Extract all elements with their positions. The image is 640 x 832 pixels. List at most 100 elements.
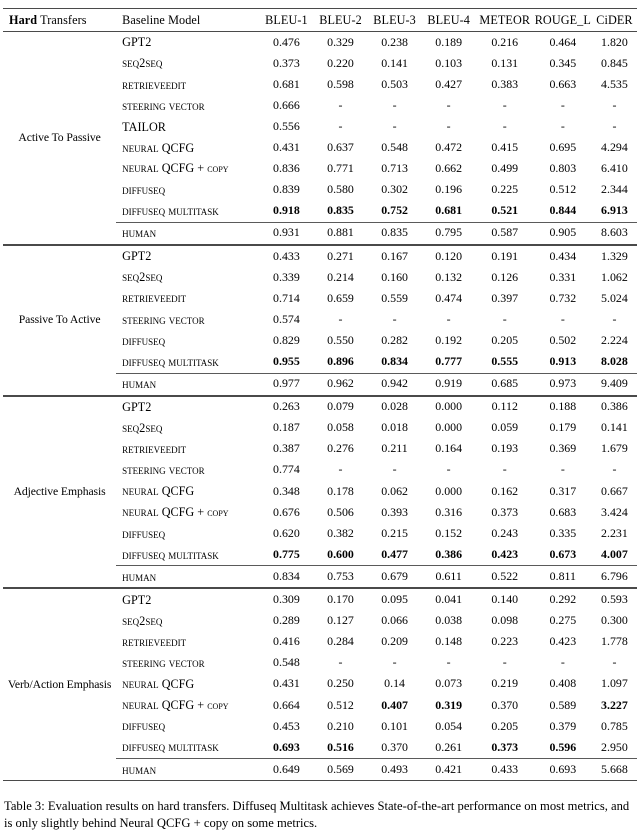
model-name-cell: Steering Vector [122, 312, 205, 327]
metric-value-cell: 0.550 [327, 332, 354, 347]
metric-value-cell: 0.620 [273, 525, 300, 540]
metric-value-cell: 0.220 [327, 55, 354, 70]
metric-value-cell: 4.007 [601, 546, 628, 561]
header-metric-rouge-l: ROUGE_L [533, 8, 592, 32]
model-name-cell: TAILOR [122, 119, 166, 134]
metric-value-cell: - [338, 118, 343, 133]
metric-value-cell: 2.231 [601, 525, 628, 540]
metric-value-cell: 1.820 [601, 34, 628, 49]
metric-value-cell: 0.250 [327, 676, 354, 691]
metric-value-cell: 0.681 [435, 203, 463, 218]
metric-value-cell: 0.693 [533, 758, 592, 781]
metric-value-cell: 0.774 [273, 462, 300, 477]
metric-value-cell: 0.408 [549, 676, 577, 691]
metric-value-cell: 0.028 [367, 394, 422, 418]
metric-value-cell: 0.112 [475, 394, 534, 418]
metric-value-cell: 0.073 [435, 676, 463, 691]
metric-value-cell: 0.777 [435, 354, 463, 368]
metric-value-cell: 0.472 [435, 140, 463, 155]
metric-value-cell: 0.329 [327, 34, 354, 49]
metric-value-cell: 0.188 [533, 394, 592, 418]
header-hard-transfers: Hard Transfers [3, 8, 117, 32]
metric-value-cell: 0.062 [381, 483, 408, 498]
metric-value-cell: 0.397 [491, 290, 519, 305]
model-name-cell: Steering Vector [122, 656, 205, 671]
metric-value-cell: 0.512 [549, 182, 577, 197]
metric-value-cell: 0.598 [327, 76, 354, 91]
metric-value-cell: 0.556 [273, 118, 300, 133]
metric-value-cell: 0.000 [421, 394, 476, 418]
model-name-cell: RetrieveEdit [122, 291, 187, 306]
model-name-cell: Human [116, 372, 260, 396]
metric-value-cell: 0.162 [491, 483, 519, 498]
metric-value-cell: 0.881 [313, 221, 368, 245]
metric-value-cell: 0.931 [259, 221, 314, 245]
model-name-cell: DiffuSeq MultiTask [122, 740, 219, 755]
results-table: Hard Transfers Baseline Model BLEU-1 BLEU-2… [3, 8, 637, 782]
metric-value-cell: - [446, 97, 451, 112]
metric-value-cell: 0.000 [435, 420, 463, 435]
metric-value-cell: 0.685 [475, 372, 534, 396]
metric-value-cell: 0.521 [491, 203, 519, 218]
model-name-cell: DiffuSeq MultiTask [122, 547, 219, 562]
metric-value-cell: 0.196 [435, 182, 463, 197]
model-name-cell: RetrieveEdit [122, 77, 187, 92]
metric-value-cell: 3.424 [601, 504, 628, 519]
model-name-cell: Neural QCFG [122, 140, 195, 155]
metric-value-cell: 1.679 [601, 441, 628, 456]
metric-value-cell: 0.664 [273, 697, 300, 712]
header-metric-bleu-4: BLEU-4 [421, 8, 476, 32]
model-name-cell: RetrieveEdit [122, 634, 187, 649]
metric-value-cell: 0.302 [381, 182, 408, 197]
metric-value-cell: 6.796 [591, 565, 637, 589]
model-name-cell: DiffuSeq [122, 719, 166, 734]
model-name-cell: DiffuSeq MultiTask [122, 354, 219, 369]
metric-value-cell: 0.516 [327, 739, 354, 754]
metric-value-cell: 1.062 [601, 269, 628, 284]
metric-value-cell: 0.896 [327, 354, 354, 368]
metric-value-cell: 0.433 [475, 758, 534, 781]
metric-value-cell: 0.126 [491, 269, 519, 284]
metric-value-cell: 0.041 [421, 587, 476, 611]
metric-value-cell: 0.775 [273, 546, 300, 561]
header-baseline-model: Baseline Model [116, 8, 260, 32]
metric-value-cell: 0.522 [475, 565, 534, 589]
metric-value-cell: 0.14 [384, 676, 405, 691]
metric-value-cell: 0.477 [381, 546, 408, 561]
metric-value-cell: 0.382 [327, 525, 354, 540]
model-name-cell: Seq2seq [122, 613, 163, 628]
metric-value-cell: 0.152 [435, 525, 463, 540]
metric-value-cell: 0.373 [491, 739, 519, 754]
metric-value-cell: 0.038 [435, 613, 463, 628]
metric-value-cell: - [392, 462, 397, 477]
metric-value-cell: 0.101 [381, 718, 408, 733]
metric-value-cell: 0.663 [549, 76, 577, 91]
table-row: Adjective Emphasis GPT2 0.263 0.079 0.028 0.0… [3, 394, 637, 589]
metric-value-cell: - [392, 311, 397, 326]
metric-value-cell: 0.066 [381, 613, 408, 628]
metric-value-cell: 0.649 [259, 758, 314, 781]
metric-value-cell: 0.569 [313, 758, 368, 781]
metric-value-cell: 8.028 [601, 354, 628, 368]
metric-value-cell: 1.329 [591, 243, 637, 268]
metric-value-cell: 0.503 [381, 76, 408, 91]
metric-value-cell: 0.331 [549, 269, 577, 284]
metric-value-cell: 0.141 [381, 55, 408, 70]
metric-value-cell: 0.223 [491, 634, 519, 649]
model-name-cell: Neural QCFG + copy [122, 504, 229, 519]
metric-value-cell: - [612, 462, 617, 477]
metric-value-cell: 0.421 [421, 758, 476, 781]
metric-value-cell: 0.282 [381, 332, 408, 347]
metric-value-cell: 0.120 [421, 243, 476, 268]
metric-value-cell: 0.611 [421, 565, 476, 589]
metric-value-cell: 1.778 [601, 634, 628, 649]
metric-value-cell: 0.548 [273, 655, 300, 670]
metric-value-cell: 0.795 [421, 221, 476, 245]
metric-value-cell: 0.079 [313, 394, 368, 418]
metric-value-cell: 0.271 [313, 243, 368, 268]
table-row: Active To Passive GPT2 0.476 0.329 0.238 0.18… [3, 32, 637, 144]
metric-value-cell: 0.695 [549, 140, 577, 155]
metric-value-cell: 0.127 [327, 613, 354, 628]
metric-value-cell: 0.193 [491, 441, 519, 456]
metric-value-cell: 9.409 [591, 372, 637, 396]
